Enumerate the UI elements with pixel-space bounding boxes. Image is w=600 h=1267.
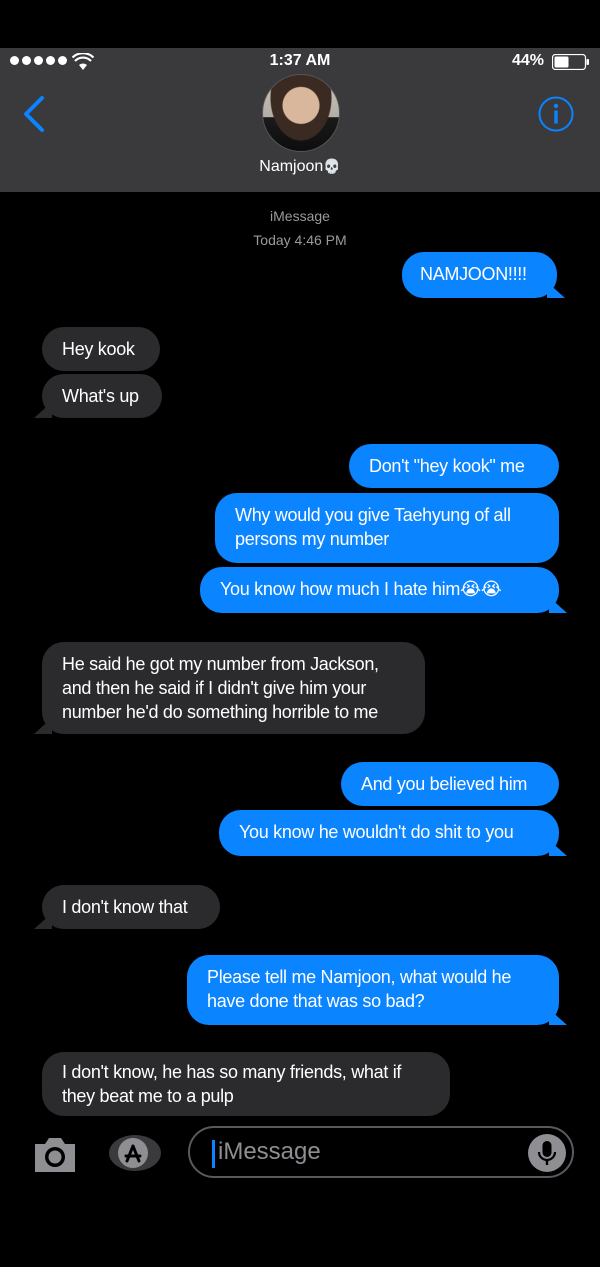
message-bubble-received[interactable]: Hey kook — [42, 327, 160, 371]
message-input-placeholder: iMessage — [218, 1138, 321, 1165]
service-label: iMessage — [270, 208, 330, 224]
skull-emoji: 💀 — [323, 158, 341, 174]
battery-icon — [552, 54, 589, 70]
text-cursor — [212, 1140, 215, 1168]
status-bar: 1:37 AM 44% — [0, 48, 600, 76]
conversation-header: 1:37 AM 44% Namjoon💀 — [0, 48, 600, 192]
battery-percent: 44% — [511, 52, 544, 69]
chevron-left-icon[interactable] — [20, 94, 50, 134]
message-bubble-sent[interactable]: Why would you give Taehyung of all perso… — [215, 493, 559, 563]
message-bubble-sent[interactable]: Please tell me Namjoon, what would he ha… — [187, 955, 559, 1025]
message-bubble-received[interactable]: I don't know that — [42, 885, 220, 929]
contact-name[interactable]: Namjoon💀 — [0, 158, 600, 176]
contact-avatar[interactable] — [262, 74, 340, 152]
app-store-icon[interactable] — [108, 1134, 162, 1172]
message-bubble-received[interactable]: He said he got my number from Jackson, a… — [42, 642, 425, 734]
message-bubble-sent[interactable]: You know he wouldn't do shit to you — [219, 810, 559, 856]
message-bubble-sent[interactable]: And you believed him — [341, 762, 559, 806]
camera-icon[interactable] — [32, 1134, 78, 1174]
thread-timestamp: Today 4:46 PM — [253, 232, 347, 248]
message-input[interactable]: iMessage — [188, 1126, 574, 1178]
message-bubble-sent[interactable]: You know how much I hate him😭😭 — [200, 567, 559, 613]
message-bubble-sent[interactable]: NAMJOON!!!! — [402, 252, 557, 298]
message-bubble-sent[interactable]: Don't "hey kook" me — [349, 444, 559, 488]
message-bubble-received[interactable]: What's up — [42, 374, 162, 418]
status-time: 1:37 AM — [269, 52, 331, 69]
message-bubble-received[interactable]: I don't know, he has so many friends, wh… — [42, 1052, 450, 1116]
contact-name-text: Namjoon — [259, 158, 324, 175]
microphone-icon[interactable] — [528, 1134, 566, 1172]
info-icon[interactable] — [538, 96, 574, 132]
